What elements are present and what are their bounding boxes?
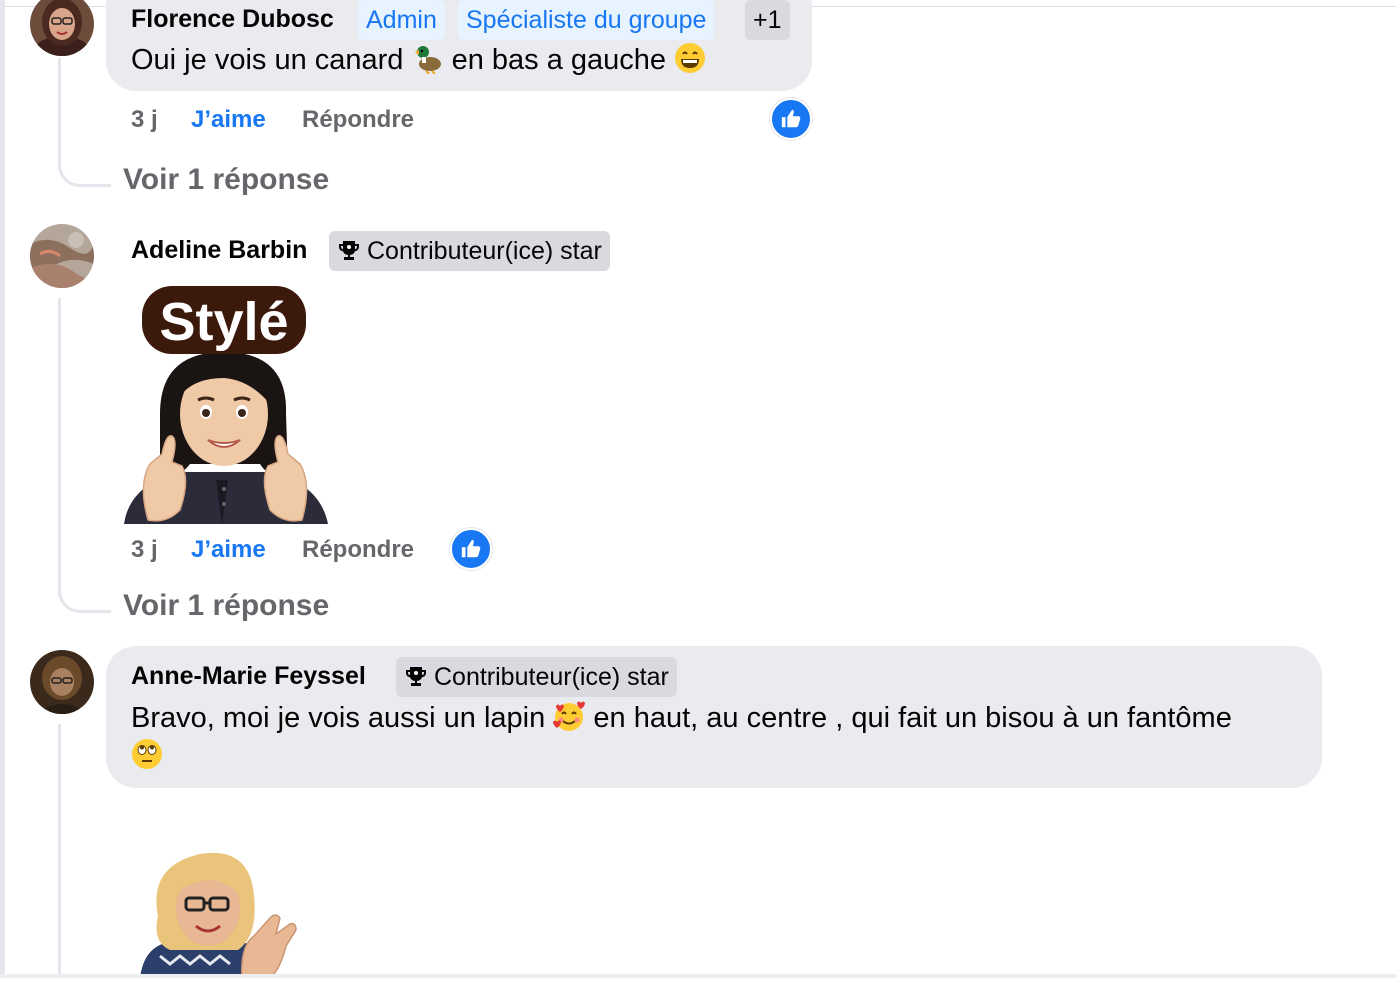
- view-replies-link[interactable]: Voir 1 réponse: [123, 163, 329, 197]
- sticker-text: Stylé: [159, 292, 288, 352]
- reply-button[interactable]: Répondre: [302, 106, 414, 134]
- comment-text-part: en haut, au centre , qui fait un bisou à…: [593, 702, 1232, 734]
- thread-curve: [58, 584, 111, 613]
- like-reaction-icon[interactable]: [770, 98, 812, 140]
- reply-button[interactable]: Répondre: [302, 536, 414, 564]
- comment-text: Bravo, moi je vois aussi un lapin en hau…: [131, 700, 1232, 735]
- thread-line: [58, 58, 61, 168]
- like-reaction-icon[interactable]: [450, 528, 492, 570]
- like-button[interactable]: J’aime: [191, 106, 266, 134]
- comment-time[interactable]: 3 j: [131, 106, 158, 134]
- comment-text-part: Bravo, moi je vois aussi un lapin: [131, 702, 546, 734]
- badge-label: Contributeur(ice) star: [367, 237, 602, 265]
- rolling-eyes-emoji-icon: [132, 739, 162, 769]
- sticker[interactable]: [130, 846, 305, 979]
- badge-label: Contributeur(ice) star: [434, 663, 669, 691]
- trophy-icon: [406, 667, 426, 686]
- left-edge: [0, 0, 5, 978]
- view-replies-link[interactable]: Voir 1 réponse: [123, 589, 329, 623]
- comment-text-line-2: [131, 738, 163, 770]
- thread-line: [58, 298, 61, 596]
- comment-time[interactable]: 3 j: [131, 536, 158, 564]
- grinning-emoji-icon: [675, 43, 706, 73]
- thread-line: [58, 724, 61, 978]
- more-badges[interactable]: +1: [745, 0, 790, 40]
- bottom-edge: [0, 974, 1396, 978]
- comment-author[interactable]: Anne-Marie Feyssel: [131, 662, 366, 691]
- comment-text-part: Oui je vois un canard: [131, 44, 404, 76]
- like-button[interactable]: J’aime: [191, 536, 266, 564]
- admin-badge[interactable]: Admin: [358, 0, 445, 40]
- avatar[interactable]: [30, 224, 94, 288]
- avatar[interactable]: [30, 650, 94, 714]
- comment-author[interactable]: Adeline Barbin: [131, 236, 307, 265]
- thread-curve: [58, 158, 111, 187]
- comment-text: Oui je vois un canard en bas a gauche: [131, 42, 706, 77]
- sticker[interactable]: Stylé: [120, 284, 330, 526]
- comment-author[interactable]: Florence Dubosc: [131, 5, 334, 34]
- top-contributor-badge[interactable]: Contributeur(ice) star: [396, 657, 677, 697]
- top-contributor-badge[interactable]: Contributeur(ice) star: [329, 231, 610, 271]
- comment-text-part: en bas a gauche: [451, 44, 667, 76]
- avatar[interactable]: [30, 0, 94, 56]
- duck-emoji-icon: [414, 46, 441, 74]
- trophy-icon: [339, 241, 359, 260]
- group-expert-badge[interactable]: Spécialiste du groupe: [458, 0, 715, 40]
- smiling-face-with-hearts-emoji-icon: [553, 701, 586, 731]
